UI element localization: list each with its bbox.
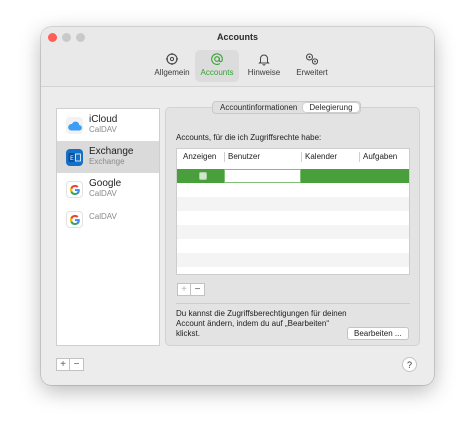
delegation-note: Du kannst die Zugriffsberechtigungen für… <box>176 309 347 338</box>
table-row <box>177 183 409 197</box>
tab-bar: Accountinformationen Delegierung <box>212 101 361 114</box>
account-item-google[interactable]: Google CalDAV <box>57 173 159 205</box>
column-header-benutzer[interactable]: Benutzer <box>228 149 260 165</box>
accounts-sidebar: iCloud CalDAV E Exchange Exchange Google… <box>56 108 160 346</box>
toolbar-hinweise-label: Hinweise <box>247 68 281 77</box>
table-row[interactable] <box>177 169 409 183</box>
user-input[interactable] <box>224 169 301 183</box>
delegation-intro: Accounts, für die ich Zugriffsrechte hab… <box>176 133 322 142</box>
table-row <box>177 197 409 211</box>
toolbar-accounts-label: Accounts <box>200 68 234 77</box>
account-item-exchange[interactable]: E Exchange Exchange <box>57 141 159 173</box>
add-account-button[interactable]: + <box>56 358 70 371</box>
edit-button[interactable]: Bearbeiten ... <box>347 327 409 340</box>
account-item-google-2[interactable]: CalDAV <box>57 205 159 237</box>
titlebar: Accounts Allgemein Accounts Hinweise Erw… <box>41 27 434 87</box>
svg-text:E: E <box>70 155 74 162</box>
column-divider <box>301 152 302 162</box>
toolbar-accounts[interactable]: Accounts <box>195 50 239 82</box>
column-header-aufgaben[interactable]: Aufgaben <box>363 149 397 165</box>
exchange-icon: E <box>66 149 83 166</box>
table-row <box>177 211 409 225</box>
gear-icon <box>165 50 179 68</box>
gears-icon <box>304 50 320 68</box>
divider <box>176 303 410 304</box>
help-button[interactable]: ? <box>402 357 417 372</box>
window-title: Accounts <box>216 32 258 42</box>
account-name: Exchange <box>89 146 134 157</box>
add-delegate-button[interactable]: + <box>177 283 191 296</box>
toolbar-allgemein-label: Allgemein <box>154 68 190 77</box>
remove-account-button[interactable]: − <box>70 358 84 371</box>
column-divider <box>224 152 225 162</box>
show-checkbox[interactable] <box>199 172 207 180</box>
google-icon <box>66 181 83 198</box>
account-type: CalDAV <box>89 125 117 134</box>
table-row <box>177 225 409 239</box>
icloud-icon <box>66 117 83 134</box>
google-icon <box>66 211 83 228</box>
remove-delegate-button[interactable]: − <box>191 283 205 296</box>
column-header-anzeigen[interactable]: Anzeigen <box>183 149 216 165</box>
tab-accountinformationen[interactable]: Accountinformationen <box>214 103 303 112</box>
tab-delegierung[interactable]: Delegierung <box>303 103 359 112</box>
account-name: iCloud <box>89 114 118 125</box>
delegation-controls: + − <box>177 283 205 296</box>
table-row <box>177 239 409 253</box>
delegation-table: Anzeigen Benutzer Kalender Aufgaben <box>176 148 410 275</box>
table-row <box>177 253 409 267</box>
toolbar-allgemein[interactable]: Allgemein <box>147 50 197 82</box>
account-type: CalDAV <box>89 189 117 198</box>
column-header-kalender[interactable]: Kalender <box>305 149 337 165</box>
toolbar-erweitert[interactable]: Erweitert <box>287 50 337 82</box>
account-item-icloud[interactable]: iCloud CalDAV <box>57 109 159 141</box>
account-type: CalDAV <box>89 212 117 221</box>
at-sign-icon <box>210 50 224 68</box>
account-name: Google <box>89 178 122 189</box>
accounts-window: Accounts Allgemein Accounts Hinweise Erw… <box>41 27 434 385</box>
toolbar-hinweise[interactable]: Hinweise <box>239 50 289 82</box>
account-type: Exchange <box>89 157 125 166</box>
toolbar-erweitert-label: Erweitert <box>296 68 328 77</box>
sidebar-controls: + − <box>56 358 96 371</box>
column-divider <box>359 152 360 162</box>
bell-icon <box>257 50 271 68</box>
